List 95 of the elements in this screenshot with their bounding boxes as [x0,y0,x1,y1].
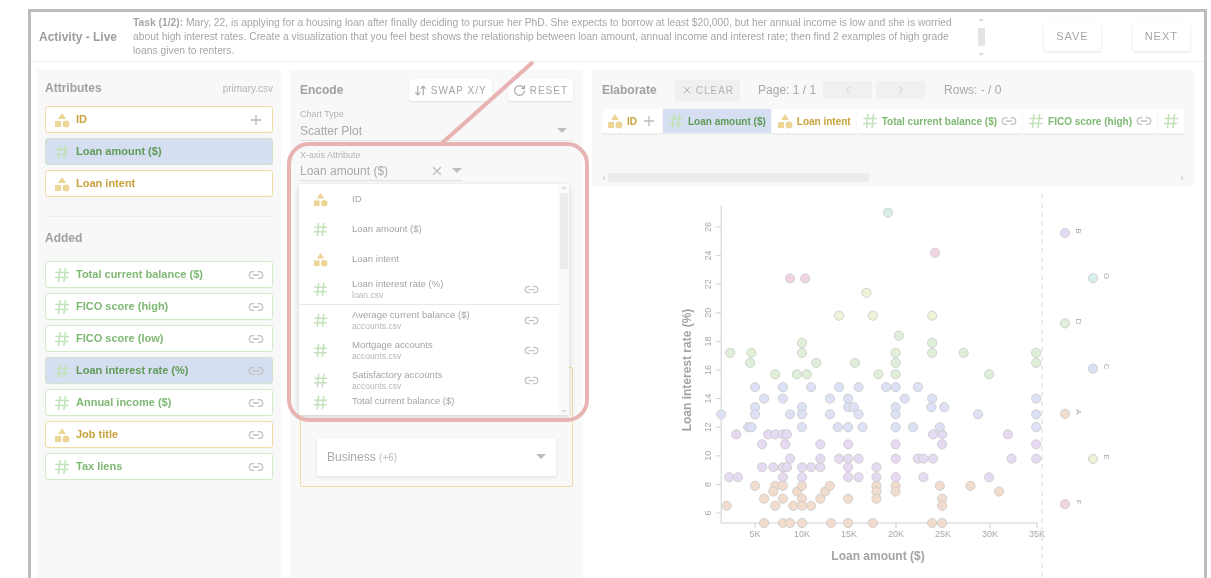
attribute-chip[interactable]: Loan amount ($) [45,138,273,165]
option-label: Satisfactory accounts [352,369,444,381]
x-axis-select[interactable]: Loan amount ($) [300,162,462,181]
legend-label: E [1102,454,1111,460]
legend-label: B [1074,228,1083,234]
attribute-label: Total current balance ($) [76,267,204,283]
option-source: loan.csv [352,290,385,300]
attribute-label: Annual income ($) [76,395,173,411]
option-source: accounts.csv [352,321,403,331]
page-indicator: Page: 1 / 1 [758,82,817,99]
attribute-chip[interactable]: Job title [45,421,273,448]
dropdown-option[interactable]: Loan amount ($) [299,214,559,244]
column-header[interactable]: Loan amount ($) [663,109,771,135]
dropdown-option[interactable]: Mortgage accounts accounts.csv [299,335,559,365]
legend-label: F [1074,499,1083,505]
dropdown-option[interactable]: ID [299,184,559,214]
reset-button[interactable]: RESET [507,79,573,101]
option-label: Loan interest rate (%) [352,278,445,290]
y-tick-label: 6 [703,510,714,516]
header-button[interactable]: NEXT [1132,22,1190,51]
section-title: Added [45,230,84,247]
attribute-chip[interactable]: Tax liens [45,453,273,480]
column-header[interactable]: Loan intent [771,109,856,135]
attribute-chip[interactable]: FICO score (high) [45,293,273,320]
column-label: Loan intent [796,114,851,129]
option-label: Loan intent [352,253,400,265]
column-label: Total current balance ($) [881,114,998,129]
attribute-label: Loan interest rate (%) [76,363,190,379]
y-tick-label: 12 [703,422,714,433]
legend-label: C [1102,363,1111,370]
option-source: accounts.csv [352,381,403,391]
dropdown-option[interactable]: Loan intent [299,244,559,274]
dropdown-option[interactable]: Total current balance ($) [299,395,559,412]
x-tick-label: 5K [749,529,761,539]
attribute-label: Loan intent [76,176,137,192]
legend-label: D [1074,318,1083,325]
dropdown-option[interactable]: Loan interest rate (%) loan.csv [299,274,559,304]
swap-button[interactable]: SWAP X/Y [408,79,492,101]
option-label: Total current balance ($) [352,395,456,407]
x-tick-label: 20K [888,529,904,539]
panel-title: Encode [300,82,344,99]
column-label: Loan amount ($) [688,114,766,129]
column-header[interactable]: Total current balance ($) [856,109,1023,135]
header-button[interactable]: SAVE [1044,22,1101,51]
column-label: FICO score (high) [1048,114,1132,129]
field-label: Chart Type [300,108,345,121]
x-tick-label: 30K [982,529,998,539]
x-tick-label: 15K [841,529,857,539]
x-tick-label: 35K [1029,529,1045,539]
y-tick-label: 20 [703,307,714,318]
y-tick-label: 18 [703,336,714,347]
y-tick-label: 16 [703,365,714,375]
x-tick-label: 10K [794,529,810,539]
attribute-chip[interactable]: FICO score (low) [45,325,273,352]
option-label: Average current balance ($) [352,309,471,321]
legend-label: G [1102,273,1111,280]
y-tick-label: 22 [703,279,714,290]
row-count: Rows: - / 0 [944,82,1002,99]
y-tick-label: 24 [703,250,714,261]
option-label: Loan amount ($) [352,223,423,235]
attribute-label: FICO score (low) [76,331,165,347]
attribute-chip[interactable]: ID [45,106,273,133]
chart-type-select[interactable]: Scatter Plot [300,121,573,141]
column-header[interactable]: ID [602,109,662,135]
task-description: Task (1/2): Mary, 22, is applying for a housing loan after finally deciding to pursue her PhD. She expects to borrow at least $20,000, but her annual income is low and she is worried about high interest rates. Create a visualization that you feel best shows the relationship between loan amount, annual income and interest rate; then find 2 examples of high grade loans given to renters. [133,15,953,58]
dropdown-option[interactable]: Average current balance ($) accounts.csv [299,305,559,335]
legend-label: A [1074,409,1083,415]
attribute-label: Loan amount ($) [76,144,163,160]
option-source: accounts.csv [352,351,403,361]
x-tick-label: 25K [935,529,951,539]
y-tick-label: 26 [703,222,714,232]
attribute-label: FICO score (high) [76,299,170,315]
panel-title: Elaborate [602,82,657,99]
option-label: ID [352,193,363,205]
attribute-label: ID [76,112,88,128]
column-header[interactable]: FICO score (high) [1023,109,1157,135]
attribute-chip[interactable]: Annual income ($) [45,389,273,416]
attribute-label: Job title [76,427,120,443]
panel-title: Attributes [45,80,102,97]
attribute-chip[interactable]: Total current balance ($) [45,261,273,288]
attribute-chip[interactable]: Loan interest rate (%) [45,357,273,384]
activity-title: Activity - Live [39,28,119,46]
option-label: Mortgage accounts [352,339,434,351]
y-axis-title: Loan interest rate (%) [680,308,695,432]
y-tick-label: 10 [703,450,714,461]
dropdown-option[interactable]: Satisfactory accounts accounts.csv [299,365,559,395]
attribute-label: Tax liens [76,459,124,475]
y-tick-label: 14 [703,393,714,404]
column-label: ID [627,114,637,129]
filter-select[interactable]: Business (+6) [317,438,556,476]
attribute-chip[interactable]: Loan intent [45,170,273,197]
source-file: primary.csv [222,81,273,96]
field-label: X-axis Attribute [300,148,362,162]
x-axis-title: Loan amount ($) [831,549,925,563]
y-tick-label: 8 [703,481,714,487]
